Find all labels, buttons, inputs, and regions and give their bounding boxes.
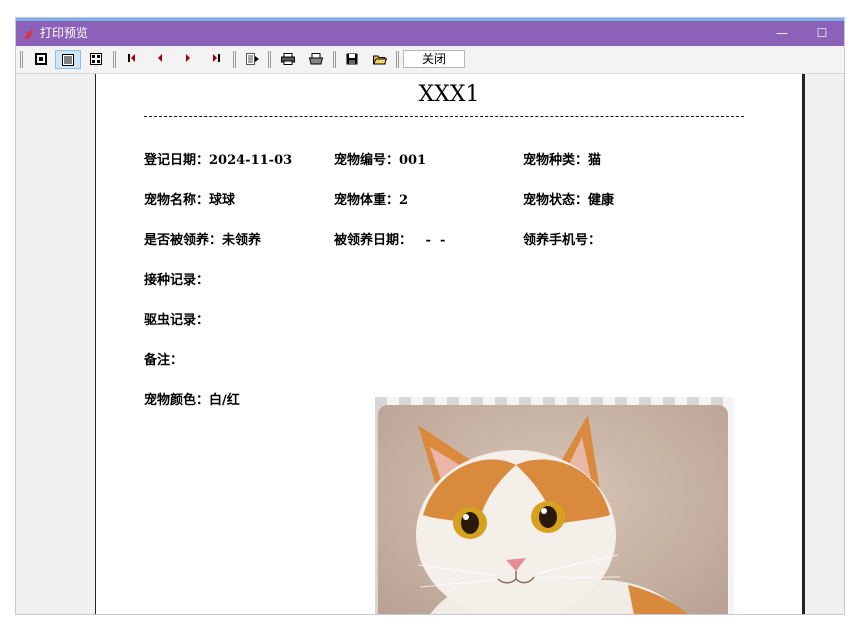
open-folder-icon xyxy=(373,55,387,65)
toolbar-separator xyxy=(20,51,23,68)
save-icon xyxy=(346,53,358,65)
last-page-icon xyxy=(213,54,220,62)
toolbar-separator xyxy=(333,51,336,68)
report-title: XXX1 xyxy=(418,82,480,107)
prev-page-icon xyxy=(158,54,162,62)
thumbnail-view-icon xyxy=(90,53,102,65)
next-page-icon xyxy=(186,54,190,62)
toolbar-separator xyxy=(113,51,116,68)
remarks-field: 备注： xyxy=(144,353,184,368)
title-bar: 打印预览 — ☐ xyxy=(16,18,844,46)
close-button[interactable]: 关闭 xyxy=(403,50,465,68)
single-page-view-icon xyxy=(35,53,47,65)
pet-status-field: 宠物状态：健康 xyxy=(523,193,615,208)
pet-color-field: 宠物颜色：白/红 xyxy=(144,393,240,408)
save-button[interactable] xyxy=(339,50,365,69)
pet-id-field: 宠物编号：001 xyxy=(334,153,427,168)
deworm-records-field: 驱虫记录： xyxy=(144,313,210,328)
print-setup-icon xyxy=(281,53,295,65)
title-divider xyxy=(144,116,744,117)
multi-line-view-icon xyxy=(62,54,74,66)
prev-page-button[interactable] xyxy=(147,50,173,69)
register-date-field: 登记日期：2024-11-03 xyxy=(144,153,293,168)
toolbar-separator xyxy=(233,51,236,68)
app-logo-icon xyxy=(22,26,36,40)
preview-canvas[interactable]: XXX1 登记日期：2024-11-03 宠物编号：001 宠物种类：猫 宠物名… xyxy=(16,74,844,614)
cat-photo xyxy=(378,405,728,614)
multi-line-view-button[interactable] xyxy=(55,50,81,69)
print-preview-window: 打印预览 — ☐ 关闭 XXX1 登记日期：2024-11-03 宠物编号：00… xyxy=(16,18,844,614)
pet-name-field: 宠物名称：球球 xyxy=(144,193,236,208)
pet-weight-field: 宠物体重：2 xyxy=(334,193,409,208)
single-page-view-button[interactable] xyxy=(28,50,54,69)
window-title: 打印预览 xyxy=(40,26,89,40)
toolbar-separator xyxy=(268,51,271,68)
print-button[interactable] xyxy=(303,50,329,69)
goto-page-button[interactable] xyxy=(240,50,266,69)
goto-page-icon xyxy=(246,53,259,65)
toolbar-separator xyxy=(396,51,399,68)
thumbnail-view-button[interactable] xyxy=(83,50,109,69)
maximize-button[interactable]: ☐ xyxy=(802,21,842,46)
open-button[interactable] xyxy=(367,50,393,69)
next-page-button[interactable] xyxy=(175,50,201,69)
first-page-button[interactable] xyxy=(119,50,145,69)
first-page-icon xyxy=(128,54,135,62)
pet-species-field: 宠物种类：猫 xyxy=(523,153,602,168)
adopter-phone-field: 领养手机号： xyxy=(523,233,602,248)
preview-toolbar: 关闭 xyxy=(16,46,844,74)
print-icon xyxy=(309,53,323,65)
adopt-date-field: 被领养日期： - - xyxy=(334,233,446,248)
adopted-field: 是否被领养：未领养 xyxy=(144,233,262,248)
print-setup-button[interactable] xyxy=(275,50,301,69)
last-page-button[interactable] xyxy=(203,50,229,69)
pet-photo-frame xyxy=(375,397,734,614)
vaccine-records-field: 接种记录： xyxy=(144,273,210,288)
report-page: XXX1 登记日期：2024-11-03 宠物编号：001 宠物种类：猫 宠物名… xyxy=(95,74,805,614)
minimize-button[interactable]: — xyxy=(762,21,802,46)
